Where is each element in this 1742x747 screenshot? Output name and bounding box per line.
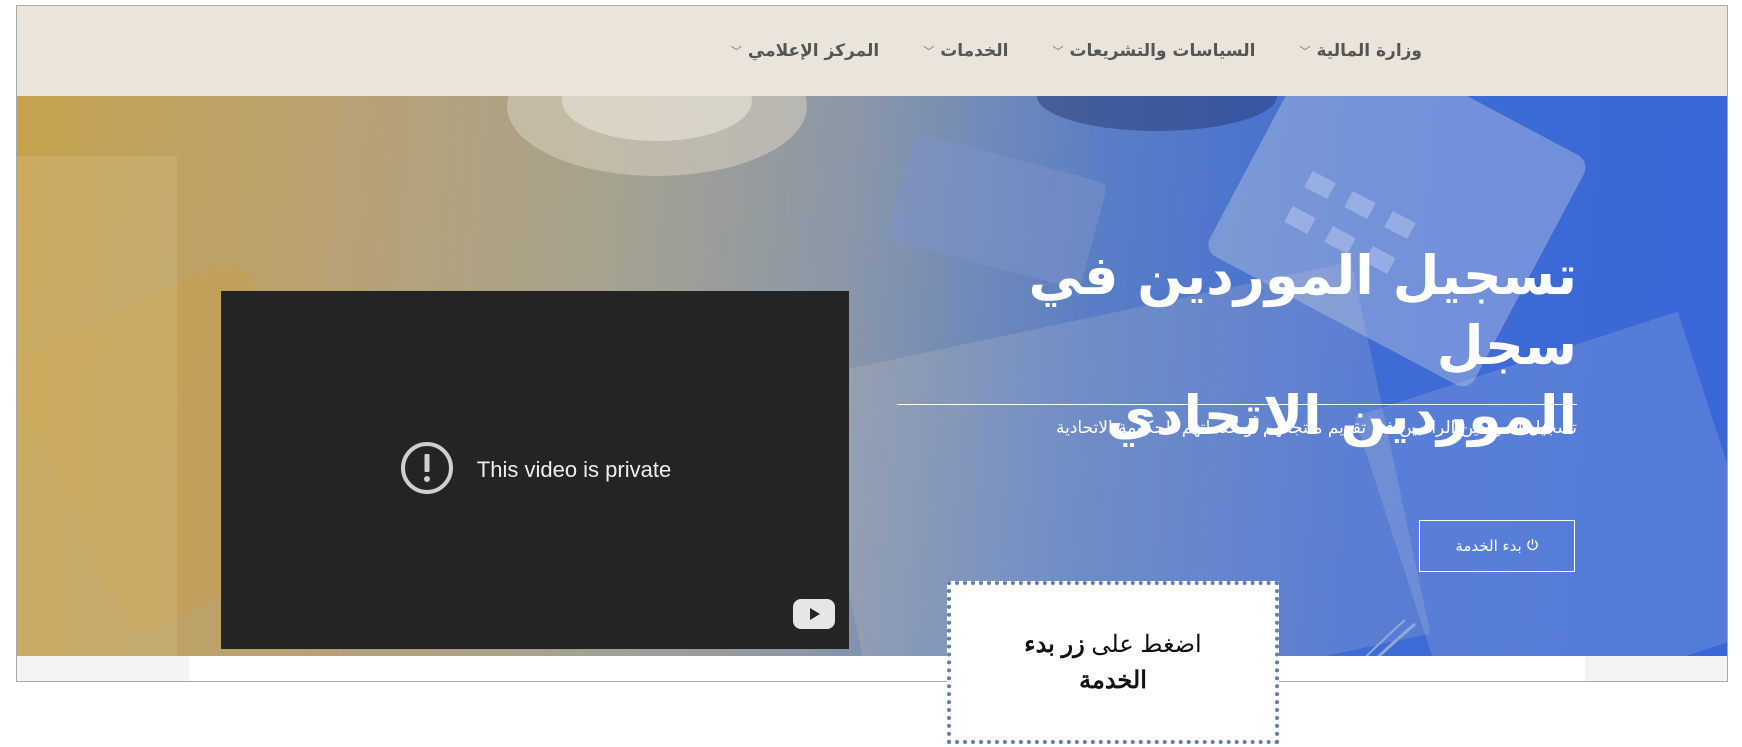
main-menu: وزارة المالية ﹀ السياسات والتشريعات ﹀ ال… — [731, 6, 1422, 96]
callout-text-bold-2: الخدمة — [1079, 666, 1147, 694]
title-line-1: تسجيل الموردين في سجل — [1028, 244, 1578, 377]
browser-frame: وزارة المالية ﹀ السياسات والتشريعات ﹀ ال… — [16, 5, 1728, 682]
video-message-text: This video is private — [476, 457, 672, 482]
instruction-callout: اضغط على زر بدء الخدمة — [947, 581, 1279, 744]
start-service-button[interactable]: بدء الخدمة — [1419, 520, 1575, 572]
nav-item-label: وزارة المالية — [1316, 41, 1422, 61]
title-divider — [897, 404, 1577, 405]
callout-text-bold-1: زر بدء — [1024, 630, 1085, 658]
youtube-play-icon[interactable] — [793, 599, 835, 629]
nav-item-label: الخدمات — [940, 41, 1009, 61]
content-area — [189, 656, 1585, 681]
callout-text: اضغط على زر بدء الخدمة — [1024, 627, 1201, 699]
hero-banner: تسجيل الموردين في سجل الموردين الاتحادي … — [17, 96, 1727, 656]
callout-text-normal: اضغط على — [1084, 630, 1202, 658]
chevron-down-icon: ﹀ — [923, 45, 935, 58]
video-private-message: This video is private — [221, 291, 849, 649]
nav-item-label: المركز الإعلامي — [747, 41, 880, 61]
nav-item-services[interactable]: الخدمات ﹀ — [923, 41, 1008, 61]
page-subtitle: تسجيل الموردين الراغبين في تقديم منتجاته… — [1056, 418, 1577, 438]
nav-item-ministry[interactable]: وزارة المالية ﹀ — [1299, 41, 1422, 61]
video-player[interactable]: This video is private — [221, 291, 849, 649]
nav-item-media-center[interactable]: المركز الإعلامي ﹀ — [731, 41, 879, 61]
chevron-down-icon: ﹀ — [1052, 45, 1064, 58]
content-strip — [17, 656, 1727, 681]
nav-item-label: السياسات والتشريعات — [1069, 41, 1256, 61]
nav-item-policies[interactable]: السياسات والتشريعات ﹀ — [1052, 41, 1255, 61]
chevron-down-icon: ﹀ — [730, 45, 742, 58]
start-service-label: بدء الخدمة — [1455, 537, 1522, 555]
power-icon — [1526, 537, 1539, 555]
top-navbar: وزارة المالية ﹀ السياسات والتشريعات ﹀ ال… — [17, 6, 1727, 96]
exclamation-circle-icon — [399, 440, 455, 500]
arrow-pointer-icon — [1365, 619, 1416, 656]
chevron-down-icon: ﹀ — [1299, 45, 1311, 58]
